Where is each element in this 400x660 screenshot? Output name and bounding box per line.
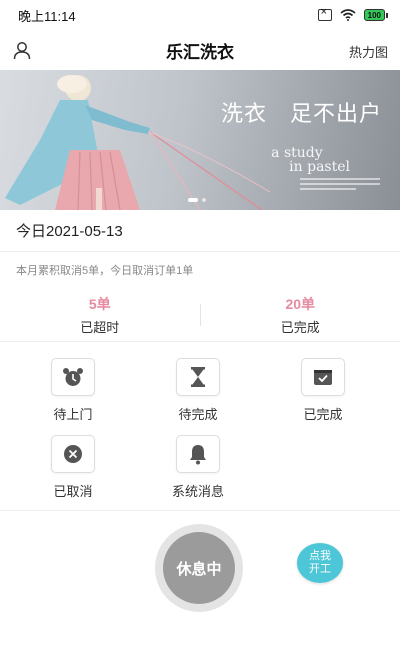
order-stats: 5单 已超时 20单 已完成	[0, 288, 400, 342]
hourglass-icon	[191, 367, 205, 387]
banner-slogan: 洗衣 足不出户	[220, 101, 382, 126]
cancel-icon	[64, 445, 82, 463]
status-bar: 晚上11:14 100	[0, 0, 400, 30]
section-divider	[0, 510, 400, 511]
app-header: 乐汇洗衣 热力图	[0, 30, 400, 70]
func-label: 已取消	[53, 484, 93, 499]
battery-icon: 100	[363, 9, 388, 21]
user-icon[interactable]	[12, 40, 32, 60]
stat-overtime-label: 已超时	[80, 319, 120, 335]
stat-overtime-value: 5单	[88, 295, 111, 312]
status-icons: 100	[317, 6, 388, 21]
today-date: 今日2021-05-13	[0, 210, 400, 252]
func-cancelled[interactable]: 已取消	[23, 435, 123, 500]
alarm-clock-icon	[63, 368, 83, 386]
carousel-dot	[202, 198, 206, 202]
start-work-label: 点我开工	[309, 550, 331, 575]
cancel-summary: 本月累积取消5单，今日取消订单1单	[16, 265, 194, 277]
func-label: 待完成	[178, 407, 218, 422]
no-sim-icon	[317, 6, 332, 21]
stat-overtime[interactable]: 5单 已超时	[0, 288, 200, 341]
func-label: 已完成	[303, 407, 343, 422]
func-icon-box	[51, 435, 95, 473]
checked-box-icon	[314, 370, 332, 385]
rest-status-button[interactable]: 休息中	[155, 524, 243, 612]
status-time: 晚上11:14	[18, 8, 76, 24]
banner-caption-line1: a study	[271, 145, 323, 161]
stat-completed-value: 20单	[285, 295, 316, 312]
func-icon-box	[176, 358, 220, 396]
func-label: 待上门	[53, 407, 93, 422]
banner-caption-line2: in pastel	[289, 159, 350, 175]
page-title: 乐汇洗衣	[166, 42, 234, 62]
func-to-complete[interactable]: 待完成	[148, 358, 248, 423]
func-pending-pickup[interactable]: 待上门	[23, 358, 123, 423]
func-icon-box	[176, 435, 220, 473]
battery-level: 100	[363, 9, 385, 21]
banner-model-image	[5, 75, 270, 210]
func-icon-box	[301, 358, 345, 396]
stat-completed[interactable]: 20单 已完成	[201, 288, 400, 341]
bell-icon	[190, 445, 206, 465]
carousel-indicator	[188, 198, 206, 202]
func-completed[interactable]: 已完成	[273, 358, 373, 423]
banner-fine-print	[300, 178, 380, 194]
banner-caption: a study in pastel	[271, 146, 350, 174]
heatmap-link[interactable]: 热力图	[349, 42, 388, 61]
func-label: 系统消息	[171, 484, 224, 499]
today-date-text: 今日2021-05-13	[16, 223, 123, 240]
promo-banner[interactable]: 洗衣 足不出户 a study in pastel	[0, 70, 400, 210]
rest-status-label: 休息中	[163, 532, 235, 604]
start-work-button[interactable]: 点我开工	[297, 543, 343, 583]
func-icon-box	[51, 358, 95, 396]
stat-completed-label: 已完成	[280, 319, 320, 335]
wifi-icon	[340, 9, 356, 21]
carousel-dot-active	[188, 198, 198, 202]
func-system-messages[interactable]: 系统消息	[148, 435, 248, 500]
